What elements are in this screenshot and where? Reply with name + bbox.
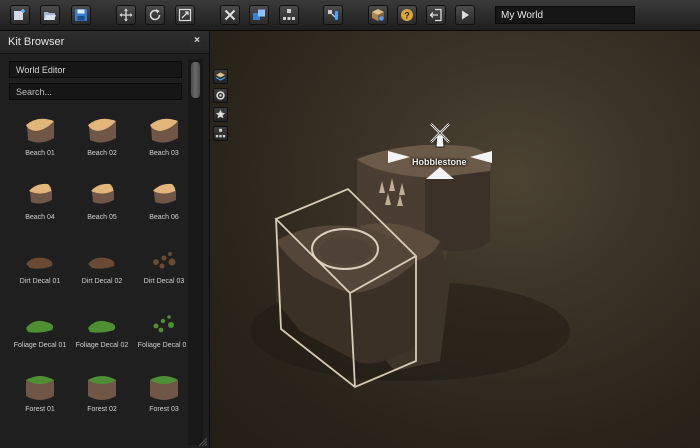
move-icon xyxy=(119,8,133,22)
delete-button[interactable] xyxy=(220,5,240,25)
panel-title: Kit Browser xyxy=(8,36,65,48)
layers-button[interactable] xyxy=(213,69,228,84)
kit-thumbnail-icon xyxy=(88,320,116,333)
kit-thumbnail-icon xyxy=(150,118,178,143)
favorites-button[interactable] xyxy=(213,107,228,122)
kit-thumbnail-icon xyxy=(88,257,115,269)
kit-item-label: Dirt Decal 02 xyxy=(81,278,123,285)
exit-icon xyxy=(429,8,442,22)
kit-grid: Beach 01 Beach 02 Beach 03 Beach 04 Beac… xyxy=(4,106,186,446)
world-name-field[interactable] xyxy=(495,6,635,24)
snap-icon xyxy=(283,9,295,20)
settings-button[interactable] xyxy=(213,88,228,103)
kit-item[interactable]: Foliage Decal 03 xyxy=(134,298,186,360)
kit-thumbnail-icon xyxy=(26,257,53,269)
main-toolbar: ? xyxy=(0,0,700,31)
kit-item-label: Foliage Decal 02 xyxy=(75,342,129,349)
kit-button[interactable] xyxy=(368,5,388,25)
kit-item-label: Beach 04 xyxy=(25,214,55,221)
star-icon xyxy=(215,109,226,119)
kit-item[interactable]: Foliage Decal 02 xyxy=(72,298,132,360)
kit-thumbnail-icon xyxy=(26,376,54,400)
world-viewport[interactable]: Hobblestone xyxy=(210,31,700,448)
play-icon xyxy=(462,10,469,20)
scroll-thumb[interactable] xyxy=(191,62,200,98)
new-world-button[interactable] xyxy=(10,5,30,25)
move-tool-button[interactable] xyxy=(116,5,136,25)
viewport-side-toolbar xyxy=(213,69,229,145)
world-editor-dropdown[interactable]: World Editor xyxy=(9,61,182,78)
kit-thumbnail-icon xyxy=(26,118,54,143)
kit-item-label: Forest 02 xyxy=(87,406,117,413)
kit-icon xyxy=(372,9,384,21)
help-icon: ? xyxy=(401,9,413,21)
kit-item[interactable]: Dirt Decal 01 xyxy=(10,234,70,296)
kit-item-label: Foliage Decal 01 xyxy=(13,342,67,349)
save-button[interactable] xyxy=(71,5,91,25)
kit-item[interactable]: Dirt Decal 02 xyxy=(72,234,132,296)
rotate-tool-button[interactable] xyxy=(145,5,165,25)
resize-grip-icon[interactable] xyxy=(199,438,207,446)
kit-item-label: Dirt Decal 01 xyxy=(19,278,61,285)
kit-thumbnail-icon xyxy=(153,252,176,269)
open-folder-icon xyxy=(44,12,56,20)
exit-button[interactable] xyxy=(426,5,446,25)
kit-thumbnail-icon xyxy=(26,320,54,333)
kit-item[interactable]: Beach 03 xyxy=(134,106,186,168)
kit-item-label: Forest 01 xyxy=(25,406,55,413)
grid-button[interactable] xyxy=(213,126,228,141)
svg-text:?: ? xyxy=(404,11,410,21)
kit-scrollbar[interactable] xyxy=(188,59,203,445)
kit-thumbnail-icon xyxy=(153,183,176,204)
delete-icon xyxy=(224,9,236,21)
kit-item[interactable]: Forest 02 xyxy=(72,362,132,424)
play-button[interactable] xyxy=(455,5,475,25)
kit-item-label: Beach 05 xyxy=(87,214,117,221)
kit-item[interactable]: Dirt Decal 03 xyxy=(134,234,186,296)
kit-thumbnail-icon xyxy=(153,315,174,333)
kit-item[interactable]: Forest 03 xyxy=(134,362,186,424)
kit-item[interactable]: Beach 05 xyxy=(72,170,132,232)
panel-header: Kit Browser × xyxy=(0,31,209,54)
scale-tool-button[interactable] xyxy=(175,5,195,25)
snap-button[interactable] xyxy=(279,5,299,25)
kit-item-label: Dirt Decal 03 xyxy=(143,278,185,285)
kit-thumbnail-icon xyxy=(88,118,116,143)
windmill-icon xyxy=(430,123,450,148)
kit-item-label: Forest 03 xyxy=(149,406,179,413)
grid-icon xyxy=(215,128,226,138)
duplicate-icon xyxy=(253,9,265,20)
kit-thumbnail-icon xyxy=(88,376,116,400)
help-button[interactable]: ? xyxy=(397,5,417,25)
measure-icon xyxy=(328,10,338,20)
kit-item[interactable]: Beach 02 xyxy=(72,106,132,168)
duplicate-button[interactable] xyxy=(249,5,269,25)
kit-item-label: Beach 03 xyxy=(149,150,179,157)
close-icon[interactable]: × xyxy=(191,35,203,47)
rotate-icon xyxy=(149,9,161,21)
kit-item[interactable]: Beach 01 xyxy=(10,106,70,168)
kit-item[interactable]: Beach 06 xyxy=(134,170,186,232)
kit-item[interactable]: Forest 01 xyxy=(10,362,70,424)
location-label: Hobblestone xyxy=(412,157,467,167)
cog-icon xyxy=(216,91,225,100)
kit-item-label: Foliage Decal 03 xyxy=(137,342,186,349)
kit-item-label: Beach 02 xyxy=(87,150,117,157)
measure-button[interactable] xyxy=(323,5,343,25)
kit-thumbnail-icon xyxy=(29,183,52,204)
scene-render[interactable] xyxy=(210,31,700,448)
kit-thumbnail-icon xyxy=(150,376,178,400)
scale-icon xyxy=(178,8,192,22)
kit-thumbnail-icon xyxy=(91,183,114,204)
kit-item[interactable]: Beach 04 xyxy=(10,170,70,232)
kit-item-label: Beach 01 xyxy=(25,150,55,157)
layers-icon xyxy=(215,72,226,81)
search-input[interactable] xyxy=(9,83,182,100)
save-icon xyxy=(75,9,87,21)
kit-browser-panel: Kit Browser × World Editor Beach 01 Beac… xyxy=(0,31,210,448)
open-button[interactable] xyxy=(40,5,60,25)
new-icon xyxy=(14,9,25,20)
kit-item-label: Beach 06 xyxy=(149,214,179,221)
kit-item[interactable]: Foliage Decal 01 xyxy=(10,298,70,360)
